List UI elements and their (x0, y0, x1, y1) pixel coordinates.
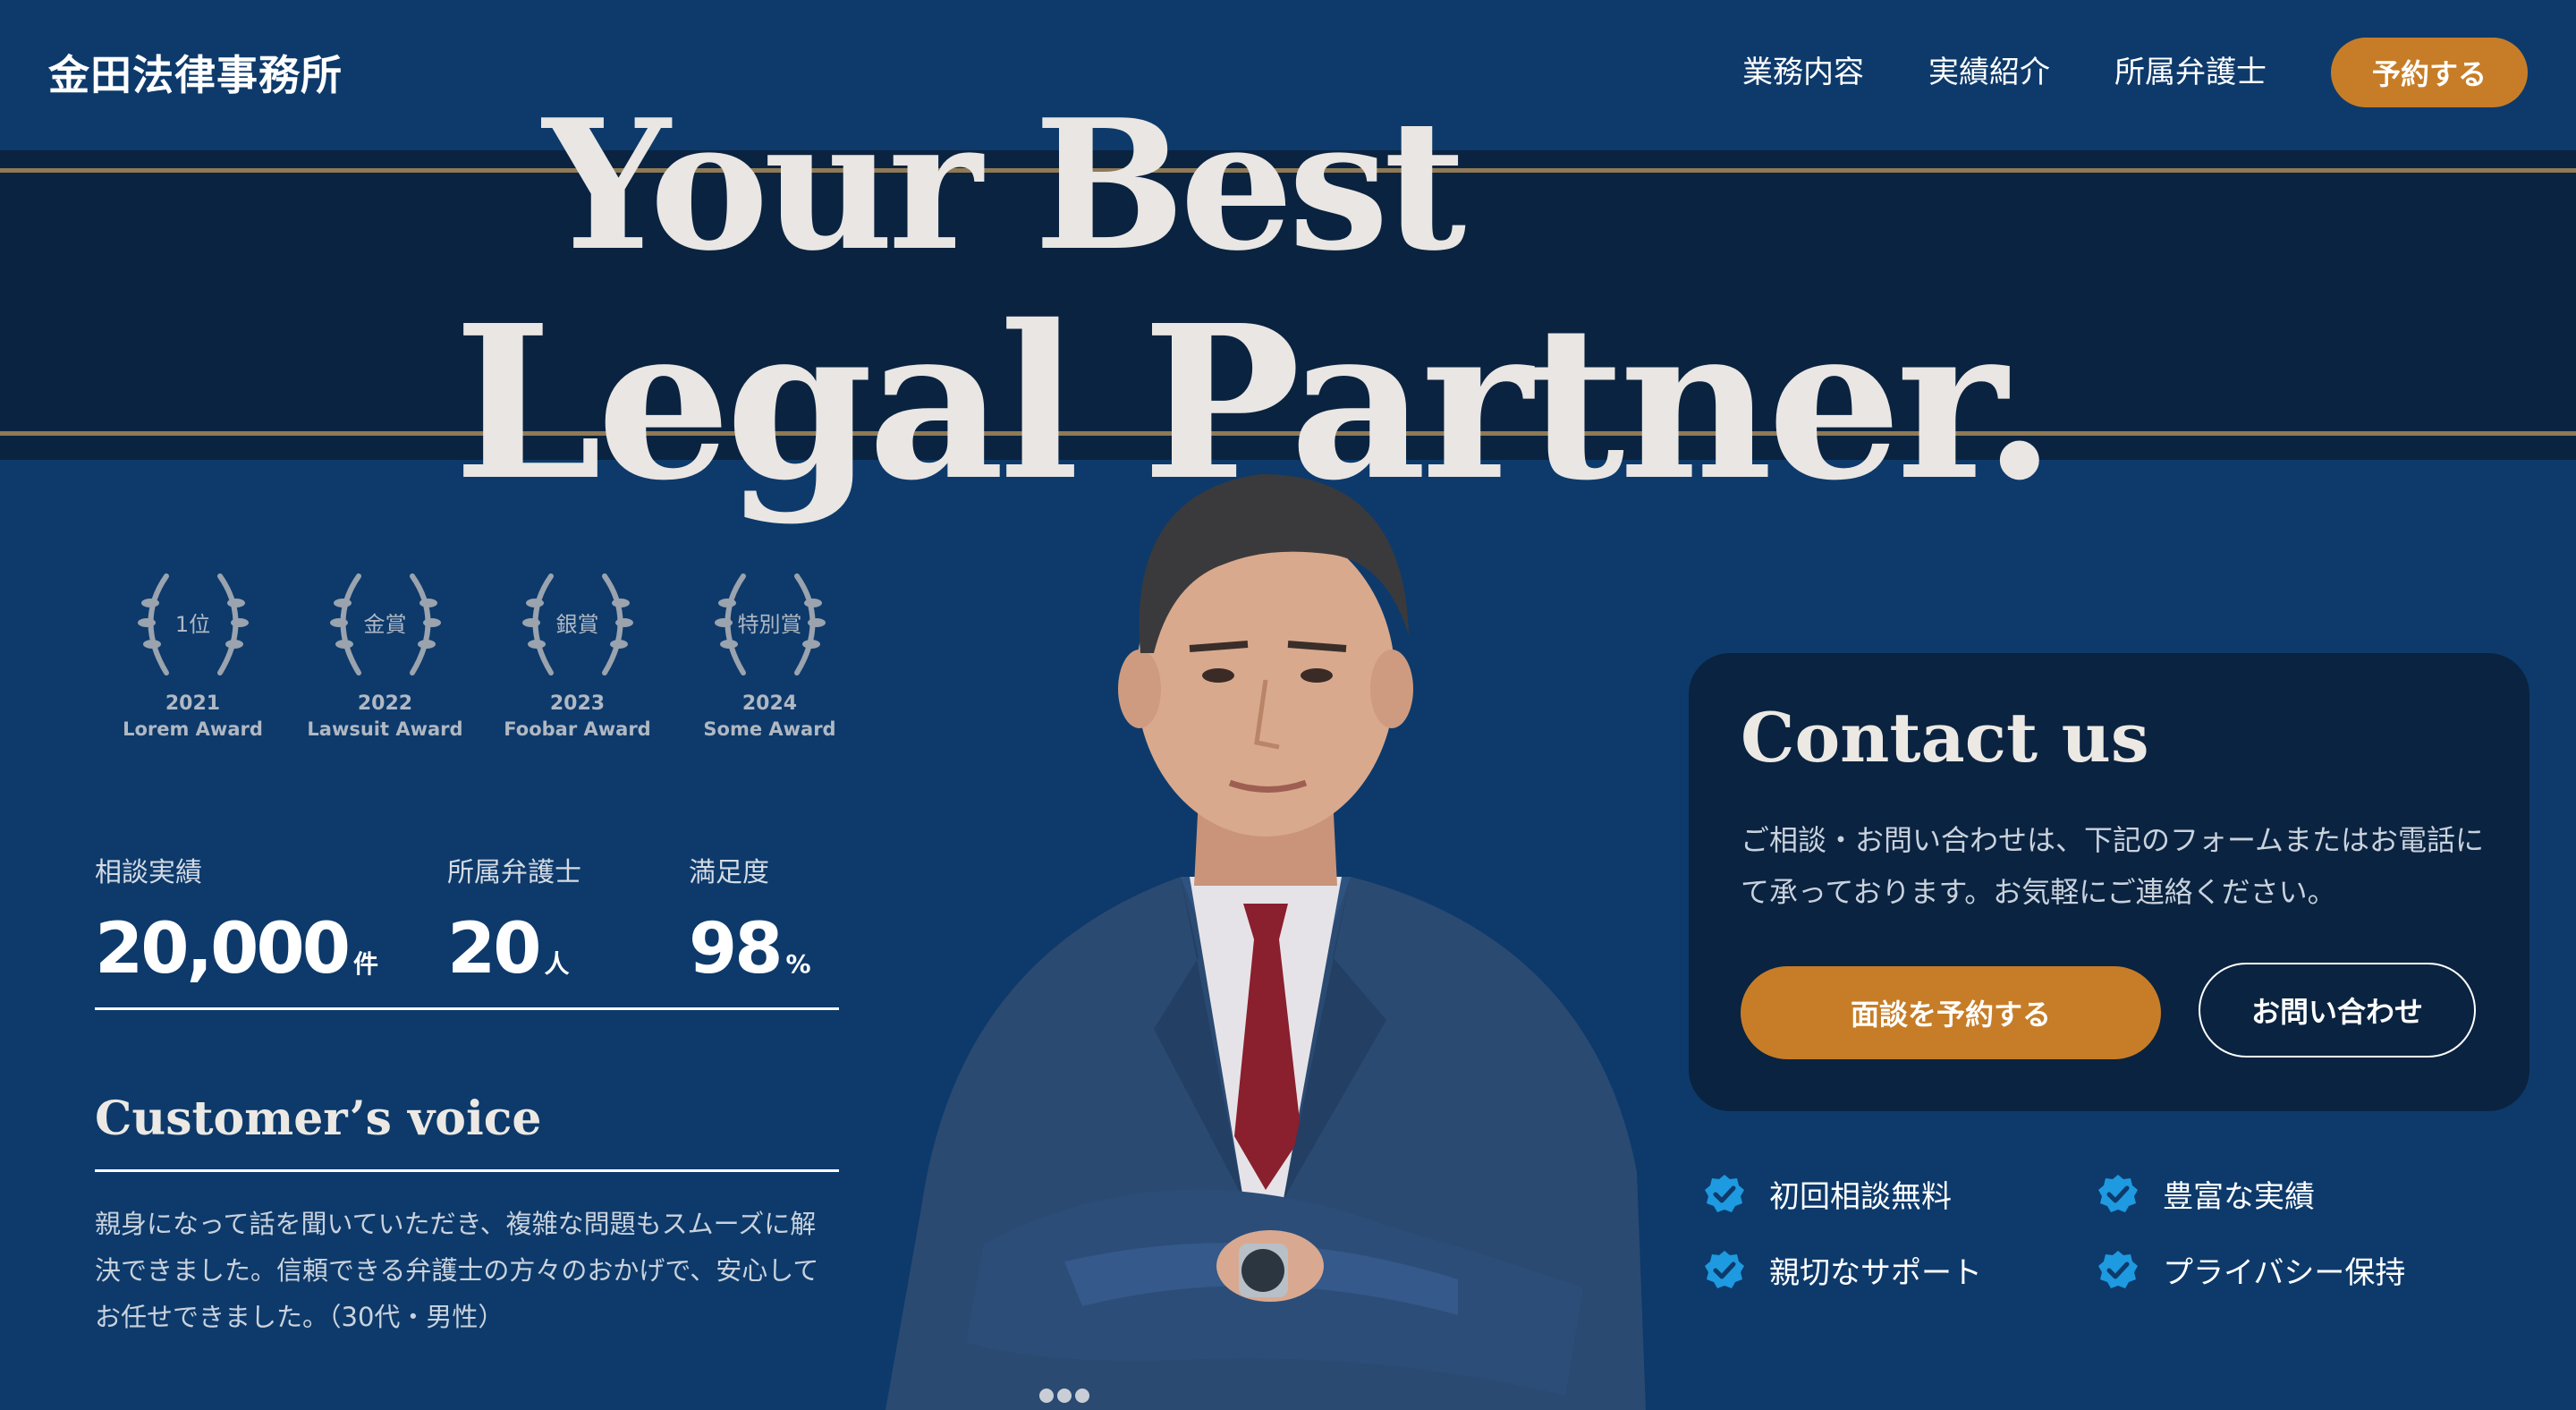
awards-list: 1位 2021 Lorem Award 金賞 2022 Lawsuit Awar… (97, 567, 866, 740)
award-item: 銀賞 2023 Foobar Award (481, 567, 674, 740)
award-badge: 特別賞 (737, 611, 802, 637)
feature-item: 親切なサポート (1703, 1248, 2097, 1292)
award-year: 2021 (165, 692, 221, 715)
stat-number: 20 (447, 909, 542, 990)
award-badge: 金賞 (363, 611, 407, 637)
award-year: 2022 (357, 692, 413, 715)
stat-unit: % (785, 949, 811, 979)
award-item: 金賞 2022 Lawsuit Award (289, 567, 481, 740)
inquiry-button[interactable]: お問い合わせ (2199, 963, 2476, 1058)
feature-item: 豊富な実績 (2097, 1172, 2472, 1216)
award-badge: 銀賞 (555, 611, 599, 637)
award-name: Some Award (703, 718, 836, 740)
hero-title-line1: Your Best (542, 81, 1466, 291)
award-name: Lawsuit Award (307, 718, 463, 740)
stat-unit: 件 (353, 949, 379, 979)
feature-label: プライバシー保持 (2163, 1255, 2406, 1291)
laurel-icon: 銀賞 (515, 567, 640, 684)
stat-lawyers: 所属弁護士 20 人 (447, 850, 581, 990)
stat-number: 20,000 (95, 909, 351, 990)
award-badge: 1位 (174, 611, 211, 637)
features-list: 初回相談無料 豊富な実績 親切なサポート プライバシー保持 (1703, 1172, 2472, 1292)
hero-title-line2: Legal Partner. (453, 278, 2056, 527)
book-meeting-button[interactable]: 面談を予約する (1741, 966, 2161, 1059)
stat-unit: 人 (544, 949, 570, 979)
stat-satisfaction: 満足度 98% (689, 850, 811, 990)
award-name: Lorem Award (123, 718, 263, 740)
lawyer-photo (886, 474, 1646, 1410)
stat-number: 98 (689, 909, 784, 990)
verified-check-icon (1705, 1174, 1744, 1212)
contact-card: Contact us ご相談・お問い合わせは、下記のフォームまたはお電話にて承っ… (1689, 653, 2529, 1111)
award-item: 特別賞 2024 Some Award (674, 567, 866, 740)
stat-consultations: 相談実績 20,000 件 (95, 850, 378, 990)
laurel-icon: 金賞 (323, 567, 448, 684)
award-year: 2023 (549, 692, 606, 715)
feature-item: 初回相談無料 (1703, 1172, 2097, 1216)
stat-label: 相談実績 (95, 857, 202, 888)
nav-reserve-button[interactable]: 予約する (2331, 38, 2528, 107)
award-item: 1位 2021 Lorem Award (97, 567, 289, 740)
stats-block: 相談実績 20,000 件 所属弁護士 20 人 満足度 98% (95, 850, 839, 1010)
feature-item: プライバシー保持 (2097, 1248, 2472, 1292)
contact-title: Contact us (1741, 698, 2149, 777)
verified-check-icon (2098, 1174, 2138, 1212)
verified-check-icon (1705, 1250, 1744, 1288)
award-year: 2024 (741, 692, 798, 715)
customer-voice-title: Customer’s voice (95, 1091, 839, 1172)
site-logo[interactable]: 金田法律事務所 (48, 43, 343, 102)
stat-label: 所属弁護士 (447, 857, 581, 888)
feature-label: 初回相談無料 (1769, 1179, 1952, 1215)
stat-value: 20 人 (447, 909, 581, 990)
verified-check-icon (2098, 1250, 2138, 1288)
laurel-icon: 1位 (131, 567, 256, 684)
award-name: Foobar Award (504, 718, 651, 740)
stat-value: 98% (689, 909, 811, 990)
laurel-icon: 特別賞 (708, 567, 833, 684)
customer-voice-text: 親身になって話を聞いていただき、複雑な問題もスムーズに解決できました。信頼できる… (95, 1209, 819, 1332)
contact-description: ご相談・お問い合わせは、下記のフォームまたはお電話にて承っております。お気軽にご… (1741, 823, 2485, 909)
stat-value: 20,000 件 (95, 909, 378, 990)
feature-label: 豊富な実績 (2163, 1179, 2315, 1215)
feature-label: 親切なサポート (1769, 1255, 1982, 1291)
stat-label: 満足度 (689, 857, 769, 888)
